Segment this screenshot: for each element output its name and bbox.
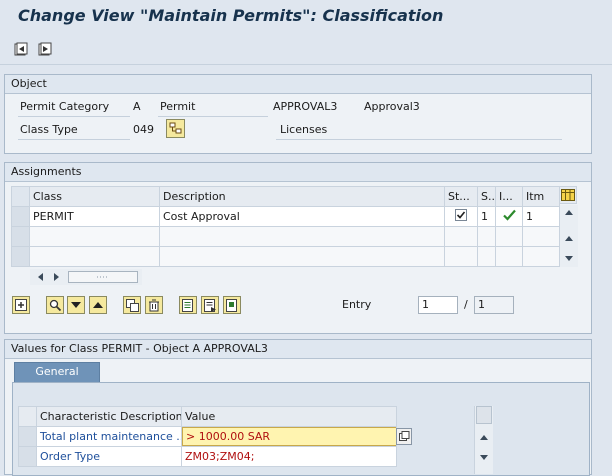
copy-icon <box>125 298 139 312</box>
permit-category-value: A <box>133 100 141 113</box>
permit-text: Permit <box>160 100 196 113</box>
next-entry-icon[interactable] <box>36 40 54 58</box>
multiple-selection-icon <box>398 431 409 441</box>
characteristics-table: Characteristic Description Value Total p… <box>18 406 397 467</box>
display-values-button[interactable] <box>201 296 219 314</box>
multiple-values-button[interactable] <box>396 428 412 445</box>
table-row[interactable]: PERMIT Cost Approval 1 1 <box>11 206 560 227</box>
scroll-up-secondary-icon[interactable] <box>561 231 577 245</box>
move-down-button[interactable] <box>67 296 85 314</box>
row-status-checkbox[interactable] <box>444 206 478 227</box>
values-group-title: Values for Class PERMIT - Object A APPRO… <box>5 340 591 359</box>
previous-entry-icon[interactable] <box>12 40 30 58</box>
characteristic-order-type[interactable]: Order Type <box>36 446 182 467</box>
permit-category-underline <box>18 116 130 117</box>
document-detail-icon <box>181 298 193 312</box>
row-i <box>495 206 523 227</box>
move-up-button[interactable] <box>89 296 107 314</box>
triangle-up-icon <box>93 302 103 308</box>
trash-icon <box>149 299 159 311</box>
characteristics-header-row: Characteristic Description Value <box>18 406 397 427</box>
column-characteristic-description[interactable]: Characteristic Description <box>36 406 182 427</box>
column-i[interactable]: I... <box>495 186 523 207</box>
table-row[interactable]: Total plant maintenance ... > 1000.00 SA… <box>18 426 397 447</box>
column-settings-button[interactable] <box>559 186 577 204</box>
scroll-thumb[interactable] <box>68 271 138 283</box>
row-selector[interactable] <box>18 426 37 447</box>
class-type-hierarchy-button[interactable] <box>166 119 185 138</box>
copy-row-button[interactable] <box>123 296 141 314</box>
value-input[interactable]: > 1000.00 SAR <box>182 427 396 446</box>
class-type-value: 049 <box>133 123 154 136</box>
table-settings-icon <box>561 189 575 201</box>
scroll-up-icon[interactable] <box>476 430 492 444</box>
row-selector[interactable] <box>18 446 37 467</box>
window-title: Change View "Maintain Permits": Classifi… <box>18 6 444 25</box>
entry-label: Entry <box>342 298 372 311</box>
find-button[interactable] <box>46 296 64 314</box>
permit-category-label: Permit Category <box>20 100 110 113</box>
green-checkmark-icon <box>502 209 516 221</box>
column-s[interactable]: S... <box>477 186 496 207</box>
scroll-down-icon[interactable] <box>561 251 577 265</box>
toolbar-separator <box>0 64 612 65</box>
hierarchy-icon <box>169 122 182 134</box>
table-row-empty[interactable] <box>11 226 560 247</box>
search-icon <box>49 299 61 311</box>
insert-row-button[interactable] <box>12 296 30 314</box>
column-value[interactable]: Value <box>181 406 397 427</box>
class-type-desc-underline <box>276 139 562 140</box>
permit-id: APPROVAL3 <box>273 100 338 113</box>
column-class[interactable]: Class <box>29 186 160 207</box>
assignments-header-row: Class Description St... S... I... Itm <box>11 186 560 207</box>
select-all-cell[interactable] <box>11 186 30 207</box>
row-itm: 1 <box>522 206 560 227</box>
row-class: PERMIT <box>29 206 160 227</box>
document-values-icon <box>203 298 216 312</box>
triangle-down-icon <box>71 302 81 308</box>
values-settings-cell[interactable] <box>476 406 492 424</box>
delete-row-button[interactable] <box>145 296 163 314</box>
row-s: 1 <box>477 206 496 227</box>
entry-input[interactable]: 1 <box>418 296 458 314</box>
characteristic-total-plant-maintenance[interactable]: Total plant maintenance ... <box>36 426 182 447</box>
permit-description: Approval3 <box>364 100 420 113</box>
assignments-group-title: Assignments <box>5 163 591 182</box>
scroll-right-icon[interactable] <box>48 270 64 284</box>
column-status[interactable]: St... <box>444 186 478 207</box>
insert-row-icon <box>15 299 27 311</box>
document-graphic-icon <box>225 298 237 312</box>
row-selector[interactable] <box>11 226 30 247</box>
graphic-button[interactable] <box>223 296 241 314</box>
select-all-cell[interactable] <box>18 406 37 427</box>
assignments-table: Class Description St... S... I... Itm PE… <box>11 186 560 267</box>
row-selector[interactable] <box>11 246 30 267</box>
class-type-description: Licenses <box>280 123 328 136</box>
scroll-down-icon[interactable] <box>476 450 492 464</box>
class-type-label: Class Type <box>20 123 78 136</box>
assignments-horizontal-scrollbar[interactable] <box>30 269 142 285</box>
table-row[interactable]: Order Type ZM03;ZM04; <box>18 446 397 467</box>
column-description[interactable]: Description <box>159 186 445 207</box>
table-row-empty[interactable] <box>11 246 560 267</box>
assignments-vertical-scrollbar[interactable] <box>559 205 578 267</box>
permit-text-underline <box>158 116 268 117</box>
tab-general[interactable]: General <box>14 362 100 383</box>
value-order-type[interactable]: ZM03;ZM04; <box>181 446 397 467</box>
entry-total: 1 <box>474 296 514 314</box>
checkbox-checked-icon <box>455 209 467 221</box>
row-description: Cost Approval <box>159 206 445 227</box>
scroll-up-icon[interactable] <box>561 205 577 219</box>
object-group-title: Object <box>5 75 591 94</box>
scroll-left-icon[interactable] <box>32 270 48 284</box>
detail-button[interactable] <box>179 296 197 314</box>
values-vertical-scrollbar[interactable] <box>474 406 493 474</box>
row-selector[interactable] <box>11 206 30 227</box>
column-itm[interactable]: Itm <box>522 186 560 207</box>
object-group: Object <box>4 74 592 154</box>
class-type-underline <box>18 139 130 140</box>
entry-separator: / <box>464 298 468 311</box>
